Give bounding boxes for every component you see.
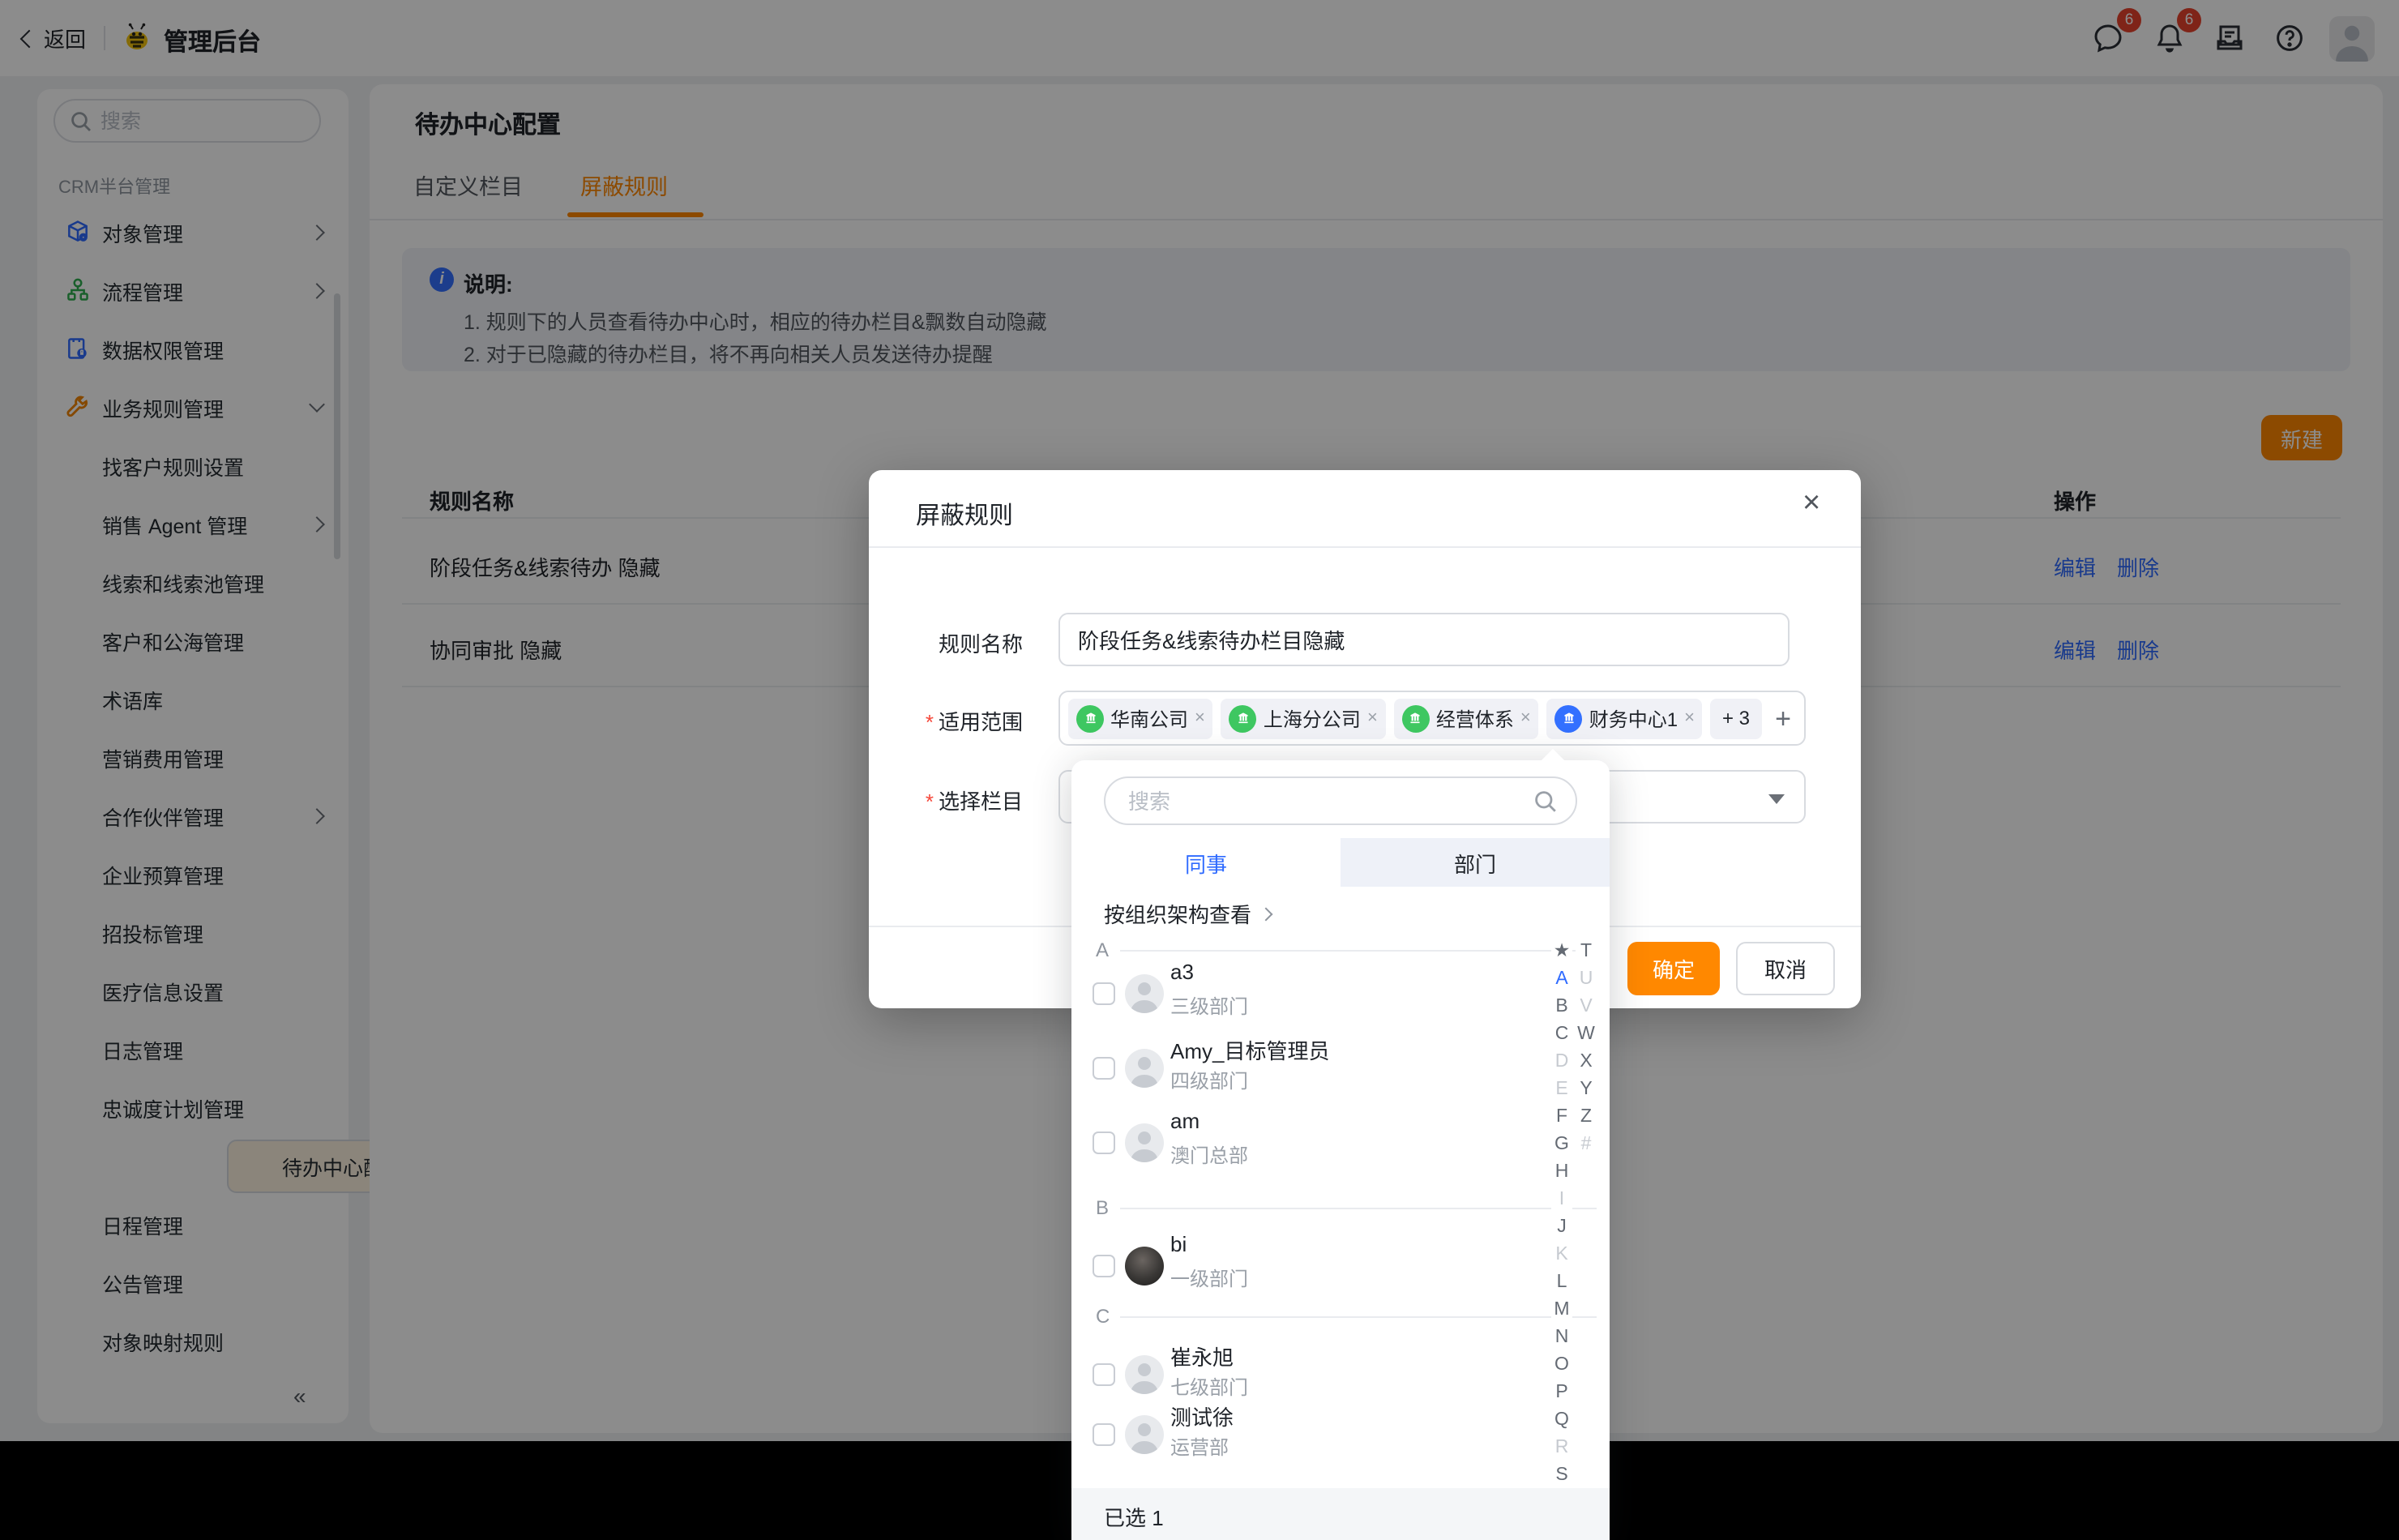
more-tags-chip[interactable]: + 3 bbox=[1711, 698, 1761, 738]
alpha-index-letter[interactable]: U bbox=[1576, 966, 1597, 994]
selected-count: 已选 1 bbox=[1104, 1501, 1164, 1532]
scope-tag[interactable]: 上海分公司 × bbox=[1221, 698, 1386, 738]
modal-title: 屏蔽规则 bbox=[916, 498, 1013, 532]
select-caret-icon bbox=[1768, 794, 1785, 804]
department-icon bbox=[1555, 704, 1583, 732]
alpha-index-letter[interactable]: I bbox=[1551, 1187, 1572, 1214]
alpha-index-letter[interactable]: S bbox=[1551, 1462, 1572, 1490]
alpha-index-letter[interactable]: Q bbox=[1551, 1407, 1572, 1435]
alphabet-index-column-2: TUVWXYZ# bbox=[1576, 939, 1597, 1159]
add-scope-icon[interactable]: + bbox=[1775, 704, 1791, 732]
column-select-label: *选择栏目 bbox=[869, 785, 1023, 815]
avatar bbox=[1125, 974, 1164, 1013]
department-icon bbox=[1076, 704, 1104, 732]
alpha-index-letter[interactable]: Z bbox=[1576, 1104, 1597, 1131]
person-checkbox[interactable] bbox=[1093, 1057, 1115, 1080]
alphabet-index-column-1: ★ABCDEFGHIJKLMNOPQRS bbox=[1551, 939, 1572, 1490]
rule-name-input[interactable] bbox=[1058, 613, 1790, 666]
person-row[interactable]: a3 三级部门 bbox=[1071, 958, 1551, 1029]
remove-tag-icon[interactable]: × bbox=[1520, 708, 1531, 728]
person-row[interactable]: bi 一级部门 bbox=[1071, 1230, 1551, 1302]
alpha-index-letter[interactable]: X bbox=[1576, 1049, 1597, 1076]
alpha-index-letter[interactable]: V bbox=[1576, 994, 1597, 1021]
person-row[interactable]: 测试徐 运营部 bbox=[1071, 1399, 1551, 1470]
avatar bbox=[1125, 1355, 1164, 1394]
alpha-index-letter[interactable]: R bbox=[1551, 1435, 1572, 1462]
alpha-index-letter[interactable]: K bbox=[1551, 1242, 1572, 1269]
scope-tag[interactable]: 华南公司 × bbox=[1068, 698, 1213, 738]
alpha-index-letter[interactable]: E bbox=[1551, 1076, 1572, 1104]
alpha-index-letter[interactable]: J bbox=[1551, 1214, 1572, 1242]
remove-tag-icon[interactable]: × bbox=[1367, 708, 1378, 728]
person-checkbox[interactable] bbox=[1093, 982, 1115, 1005]
alpha-index-letter[interactable]: A bbox=[1551, 966, 1572, 994]
picker-search-input[interactable] bbox=[1128, 781, 1533, 820]
alpha-index-letter[interactable]: T bbox=[1576, 939, 1597, 966]
tab-colleague[interactable]: 同事 bbox=[1071, 838, 1341, 887]
department-icon bbox=[1402, 704, 1430, 732]
people-picker-popover: 同事 部门 按组织架构查看 A a3 三级部门 Amy_目标管理员 四级部门 a… bbox=[1071, 760, 1610, 1540]
picker-footer: 已选 1 bbox=[1071, 1488, 1610, 1540]
confirm-button[interactable]: 确定 bbox=[1627, 942, 1720, 995]
scope-tag[interactable]: 财务中心1 × bbox=[1547, 698, 1703, 738]
alpha-index-letter[interactable]: L bbox=[1551, 1269, 1572, 1297]
picker-search[interactable] bbox=[1104, 776, 1577, 825]
alpha-index-letter[interactable]: W bbox=[1576, 1021, 1597, 1049]
alpha-index-letter[interactable]: ★ bbox=[1551, 939, 1572, 966]
remove-tag-icon[interactable]: × bbox=[1684, 708, 1695, 728]
alpha-index-letter[interactable]: C bbox=[1551, 1021, 1572, 1049]
scope-tag[interactable]: 经营体系 × bbox=[1394, 698, 1539, 738]
person-checkbox[interactable] bbox=[1093, 1131, 1115, 1154]
alpha-index-letter[interactable]: O bbox=[1551, 1352, 1572, 1380]
person-checkbox[interactable] bbox=[1093, 1255, 1115, 1277]
alpha-index-letter[interactable]: # bbox=[1576, 1131, 1597, 1159]
alpha-index-letter[interactable]: P bbox=[1551, 1380, 1572, 1407]
alpha-index-letter[interactable]: G bbox=[1551, 1131, 1572, 1159]
section-letter-c: C bbox=[1096, 1305, 1582, 1328]
alpha-index-letter[interactable]: F bbox=[1551, 1104, 1572, 1131]
scope-tag-box[interactable]: 华南公司 × 上海分公司 × 经营体系 × 财务中心1 × + 3 + bbox=[1058, 691, 1806, 746]
alpha-index-letter[interactable]: B bbox=[1551, 994, 1572, 1021]
remove-tag-icon[interactable]: × bbox=[1195, 708, 1205, 728]
person-checkbox[interactable] bbox=[1093, 1363, 1115, 1386]
rule-name-label: 规则名称 bbox=[869, 627, 1023, 658]
modal-header-divider bbox=[869, 546, 1861, 548]
person-row[interactable]: am 澳门总部 bbox=[1071, 1107, 1551, 1179]
close-icon[interactable]: × bbox=[1802, 486, 1820, 522]
alpha-index-letter[interactable]: M bbox=[1551, 1297, 1572, 1324]
avatar-photo bbox=[1125, 1247, 1164, 1285]
tab-department[interactable]: 部门 bbox=[1341, 838, 1610, 887]
alpha-index-letter[interactable]: Y bbox=[1576, 1076, 1597, 1104]
alpha-index-letter[interactable]: D bbox=[1551, 1049, 1572, 1076]
cancel-button[interactable]: 取消 bbox=[1736, 942, 1835, 995]
department-icon bbox=[1229, 704, 1257, 732]
avatar bbox=[1125, 1049, 1164, 1088]
avatar bbox=[1125, 1123, 1164, 1162]
alpha-index-letter[interactable]: H bbox=[1551, 1159, 1572, 1187]
chevron-right-icon bbox=[1259, 907, 1273, 921]
view-by-org-link[interactable]: 按组织架构查看 bbox=[1104, 898, 1271, 929]
scope-label: *适用范围 bbox=[869, 705, 1023, 736]
screen: 返回 管理后台 6 6 bbox=[0, 0, 2399, 1540]
search-icon bbox=[1533, 789, 1558, 814]
section-letter-b: B bbox=[1096, 1196, 1582, 1219]
person-row[interactable]: Amy_目标管理员 四级部门 bbox=[1071, 1033, 1551, 1104]
avatar bbox=[1125, 1415, 1164, 1454]
alpha-index-letter[interactable]: N bbox=[1551, 1324, 1572, 1352]
person-checkbox[interactable] bbox=[1093, 1423, 1115, 1446]
